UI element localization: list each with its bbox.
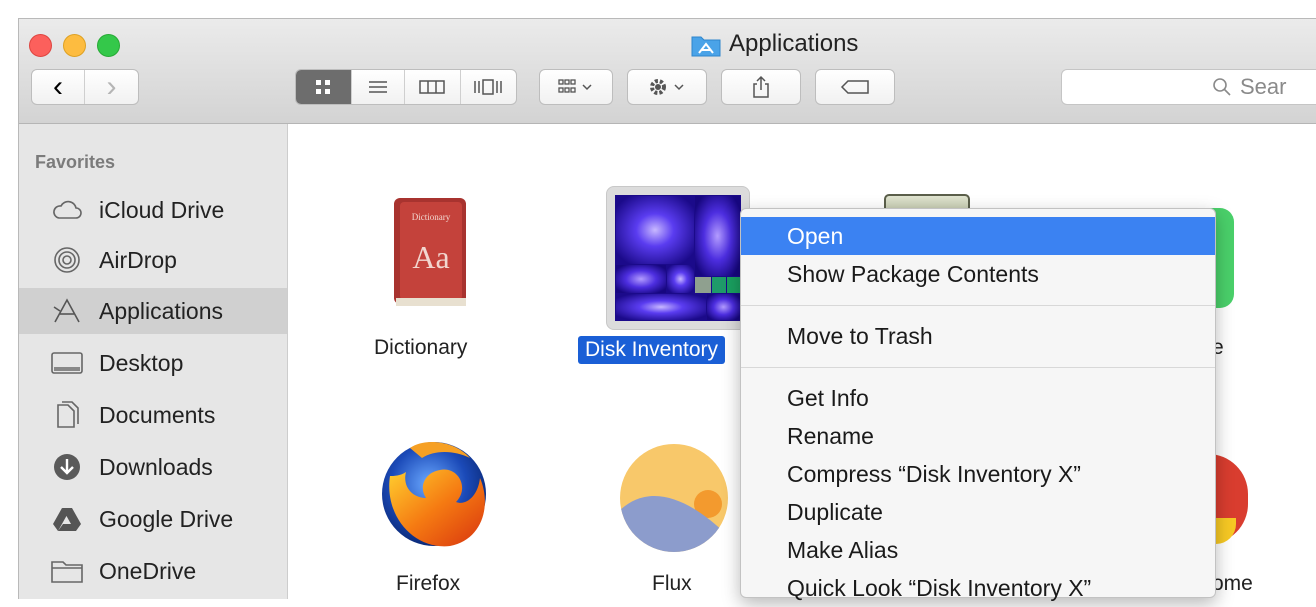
app-label-chrome-partial: ome	[1212, 572, 1253, 595]
gear-icon	[650, 79, 684, 95]
sidebar-item-google-drive[interactable]: Google Drive	[19, 496, 287, 542]
close-window-button[interactable]	[29, 34, 52, 57]
cover-flow-icon	[474, 79, 502, 95]
sidebar-item-icloud-drive[interactable]: iCloud Drive	[19, 187, 287, 233]
sidebar-item-desktop[interactable]: Desktop	[19, 340, 287, 386]
window-title-text: Applications	[729, 30, 859, 57]
tags-button[interactable]	[815, 69, 895, 105]
menu-item-show-package-contents[interactable]: Show Package Contents	[741, 255, 1215, 293]
nav-buttons: ‹ ›	[31, 69, 139, 105]
sidebar-item-applications[interactable]: Applications	[19, 288, 287, 334]
menu-item-compress[interactable]: Compress “Disk Inventory X”	[741, 455, 1215, 493]
dictionary-app-icon[interactable]: Dictionary Aa	[384, 194, 474, 310]
firefox-app-icon[interactable]	[374, 436, 492, 554]
menu-separator	[741, 367, 1215, 368]
app-label-firefox: Firefox	[396, 572, 461, 595]
share-button[interactable]	[721, 69, 801, 105]
title-bar: Applications ‹ › Sear	[19, 19, 1316, 124]
column-view-button[interactable]	[405, 70, 461, 104]
icon-view-button[interactable]	[296, 70, 352, 104]
menu-item-move-to-trash[interactable]: Move to Trash	[741, 317, 1215, 355]
forward-button[interactable]: ›	[85, 70, 138, 104]
window-title: Applications	[691, 29, 858, 59]
chevron-right-icon: ›	[106, 70, 117, 103]
applications-icon	[51, 297, 83, 325]
menu-item-duplicate[interactable]: Duplicate	[741, 493, 1215, 531]
cover-flow-button[interactable]	[461, 70, 516, 104]
airdrop-icon	[51, 246, 83, 274]
minimize-window-button[interactable]	[63, 34, 86, 57]
search-icon	[1213, 78, 1231, 96]
list-view-button[interactable]	[352, 70, 406, 104]
menu-item-quick-look[interactable]: Quick Look “Disk Inventory X”	[741, 569, 1215, 607]
menu-item-get-info[interactable]: Get Info	[741, 379, 1215, 417]
documents-icon	[51, 401, 83, 429]
column-view-icon	[419, 80, 446, 94]
arrange-button[interactable]	[539, 69, 613, 105]
app-label-flux: Flux	[652, 572, 692, 595]
folder-icon	[51, 557, 83, 585]
icon-view-icon	[316, 80, 331, 94]
applications-folder-icon	[691, 33, 721, 57]
search-placeholder: Sear	[1240, 74, 1287, 99]
maximize-window-button[interactable]	[97, 34, 120, 57]
app-label-disk-inventory: Disk Inventory	[578, 336, 726, 364]
share-icon	[753, 75, 769, 98]
context-menu: Open Show Package Contents Move to Trash…	[740, 208, 1216, 601]
sidebar-heading-favorites: Favorites	[35, 152, 116, 172]
svg-text:Aa: Aa	[412, 239, 449, 275]
flux-app-icon[interactable]	[618, 442, 730, 554]
sidebar-item-downloads[interactable]: Downloads	[19, 444, 287, 490]
sidebar-item-airdrop[interactable]: AirDrop	[19, 237, 287, 283]
google-drive-icon	[51, 505, 83, 533]
downloads-icon	[51, 453, 83, 481]
view-mode-buttons	[295, 69, 517, 105]
app-label-dictionary: Dictionary	[374, 336, 468, 359]
sidebar-item-onedrive[interactable]: OneDrive	[19, 548, 287, 594]
tag-icon	[840, 80, 869, 94]
svg-text:Dictionary: Dictionary	[412, 212, 451, 222]
cloud-icon	[51, 196, 83, 224]
search-field[interactable]: Sear	[1061, 69, 1316, 105]
back-button[interactable]: ‹	[32, 70, 86, 104]
menu-item-rename[interactable]: Rename	[741, 417, 1215, 455]
desktop-icon	[51, 349, 83, 377]
menu-item-open[interactable]: Open	[741, 217, 1215, 255]
menu-item-make-alias[interactable]: Make Alias	[741, 531, 1215, 569]
chevron-left-icon: ‹	[53, 70, 63, 103]
list-view-icon	[368, 81, 387, 93]
arrange-icon	[558, 79, 592, 93]
menu-separator	[741, 305, 1215, 306]
disk-inventory-app-icon[interactable]	[606, 186, 750, 330]
sidebar-item-documents[interactable]: Documents	[19, 392, 287, 438]
action-button[interactable]	[627, 69, 707, 105]
sidebar: Favorites iCloud Drive AirDrop Applicati…	[19, 124, 288, 599]
